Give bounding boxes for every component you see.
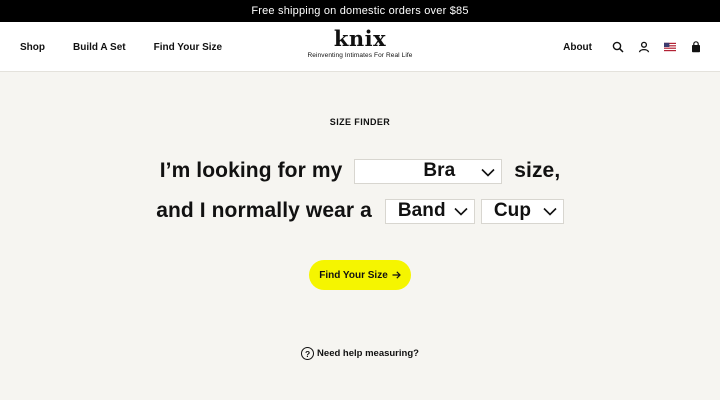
cup-size-value: Cup xyxy=(493,200,532,221)
help-measuring-link[interactable]: ? Need help measuring? xyxy=(0,347,720,360)
finder-sentence-line-1: I’m looking for my Bra size, xyxy=(0,158,720,184)
brand-logo[interactable]: knix Reinventing Intimates For Real Life xyxy=(300,26,420,60)
finder-line1-suffix: size, xyxy=(508,159,561,182)
nav-shop[interactable]: Shop xyxy=(20,42,45,53)
help-measuring-label: Need help measuring? xyxy=(317,348,419,359)
promo-bar: Free shipping on domestic orders over $8… xyxy=(0,0,720,22)
primary-nav: Shop Build A Set Find Your Size xyxy=(20,22,222,72)
search-icon[interactable] xyxy=(612,41,624,53)
question-circle-icon: ? xyxy=(301,347,315,360)
nav-find-your-size[interactable]: Find Your Size xyxy=(154,42,223,53)
garment-type-value: Bra xyxy=(423,160,456,181)
band-size-value: Band xyxy=(397,200,446,221)
nav-build-a-set[interactable]: Build A Set xyxy=(73,42,126,53)
chevron-down-icon xyxy=(543,207,557,216)
arrow-right-icon xyxy=(392,271,401,279)
size-finder-eyebrow: SIZE FINDER xyxy=(329,117,391,127)
chevron-down-icon xyxy=(454,207,468,216)
band-size-select[interactable]: Band xyxy=(384,198,475,224)
finder-sentence-line-2: and I normally wear a Band Cup xyxy=(0,198,720,224)
utility-nav: About xyxy=(563,22,702,72)
shopping-bag-icon[interactable] xyxy=(690,41,702,53)
finder-line2-prefix: and I normally wear a xyxy=(156,199,378,222)
logo-tagline: Reinventing Intimates For Real Life xyxy=(307,52,413,59)
chevron-down-icon xyxy=(481,168,495,177)
account-icon[interactable] xyxy=(638,41,650,53)
logo-wordmark: knix xyxy=(333,26,387,51)
site-header: Shop Build A Set Find Your Size knix Rei… xyxy=(0,22,720,72)
us-flag-icon[interactable] xyxy=(664,41,676,53)
cup-size-select[interactable]: Cup xyxy=(480,198,564,224)
find-your-size-label: Find Your Size xyxy=(319,269,388,281)
promo-text: Free shipping on domestic orders over $8… xyxy=(251,5,469,17)
find-your-size-button[interactable]: Find Your Size xyxy=(309,260,411,290)
nav-about[interactable]: About xyxy=(563,42,592,53)
finder-line1-prefix: I’m looking for my xyxy=(159,159,349,182)
garment-type-select[interactable]: Bra xyxy=(354,158,503,184)
